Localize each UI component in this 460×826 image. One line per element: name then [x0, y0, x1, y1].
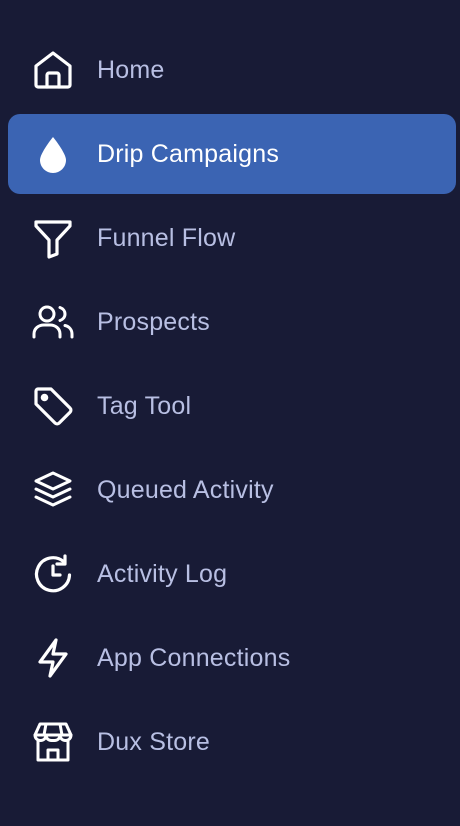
sidebar-item-label: Prospects — [97, 307, 210, 336]
sidebar-item-label: Activity Log — [97, 559, 228, 588]
tag-icon — [32, 385, 74, 427]
sidebar-item-drip-campaigns[interactable]: Drip Campaigns — [8, 114, 456, 194]
layers-icon — [32, 469, 74, 511]
sidebar-item-label: Queued Activity — [97, 475, 274, 504]
clock-rotate-icon — [32, 553, 74, 595]
sidebar-item-label: Tag Tool — [97, 391, 192, 420]
lightning-icon — [32, 637, 74, 679]
sidebar: Home Drip Campaigns Funnel Flow Prospect… — [0, 0, 460, 826]
sidebar-item-label: Home — [97, 55, 165, 84]
sidebar-item-home[interactable]: Home — [8, 30, 456, 110]
sidebar-item-label: App Connections — [97, 643, 291, 672]
sidebar-item-queued-activity[interactable]: Queued Activity — [8, 450, 456, 530]
sidebar-item-label: Funnel Flow — [97, 223, 236, 252]
sidebar-nav: Home Drip Campaigns Funnel Flow Prospect… — [8, 30, 456, 786]
sidebar-item-funnel-flow[interactable]: Funnel Flow — [8, 198, 456, 278]
sidebar-item-activity-log[interactable]: Activity Log — [8, 534, 456, 614]
sidebar-item-label: Dux Store — [97, 727, 210, 756]
sidebar-item-dux-store[interactable]: Dux Store — [8, 702, 456, 782]
home-icon — [32, 49, 74, 91]
sidebar-item-label: Drip Campaigns — [97, 139, 280, 168]
funnel-icon — [32, 217, 74, 259]
sidebar-item-prospects[interactable]: Prospects — [8, 282, 456, 362]
drop-icon — [32, 133, 74, 175]
users-icon — [32, 301, 74, 343]
sidebar-item-tag-tool[interactable]: Tag Tool — [8, 366, 456, 446]
store-icon — [32, 721, 74, 763]
sidebar-item-app-connections[interactable]: App Connections — [8, 618, 456, 698]
